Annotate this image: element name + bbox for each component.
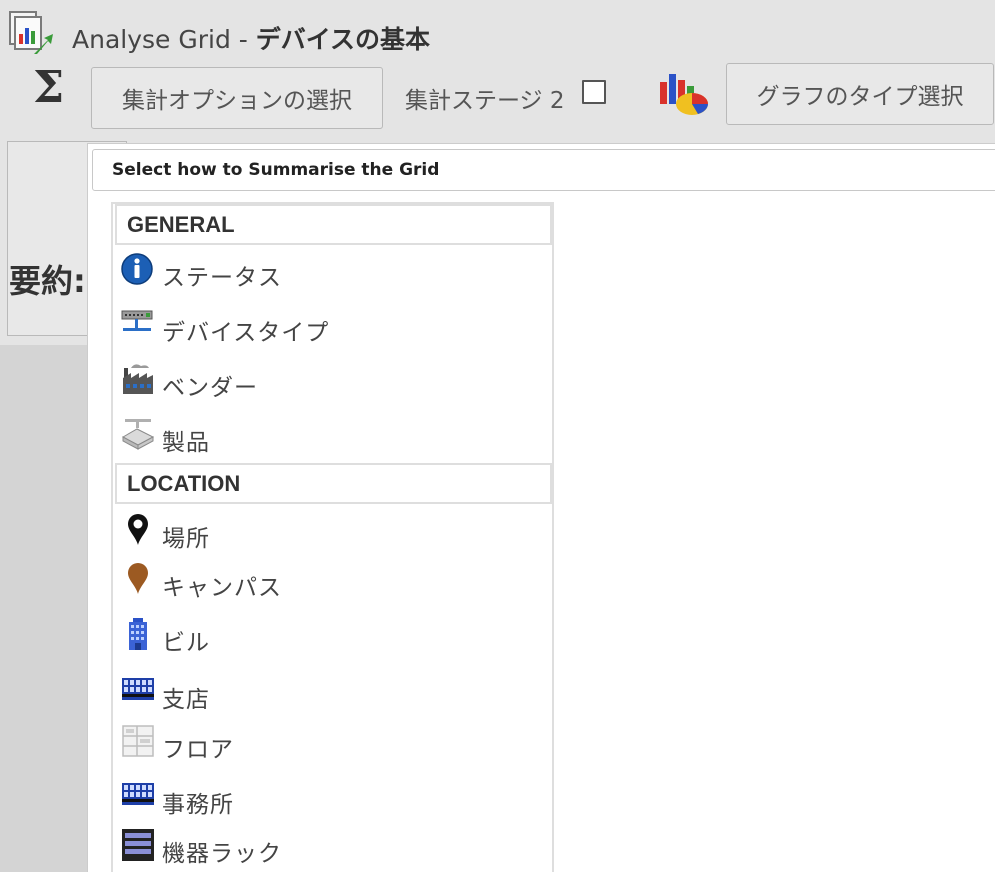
list-item-label: ベンダー	[162, 375, 258, 401]
floor-icon	[121, 724, 155, 758]
rack-icon	[121, 828, 155, 862]
list-item-label: デバイスタイプ	[162, 320, 330, 346]
product-box-icon	[121, 417, 155, 451]
window-title-bold: デバイスの基本	[255, 25, 431, 54]
group-header-general: GENERAL	[115, 204, 552, 245]
list-item-label: 機器ラック	[162, 841, 282, 867]
info-icon	[121, 252, 155, 286]
network-device-icon	[121, 307, 155, 341]
grid-background	[0, 345, 100, 872]
map-pin-icon	[121, 513, 155, 547]
app-window: Analyse Grid - デバイスの基本 Σ 集計オプションの選択 集計ステ…	[0, 0, 995, 872]
list-item-product[interactable]: 製品	[121, 417, 541, 457]
list-item-office[interactable]: 事務所	[121, 779, 541, 819]
list-item-label: ビル	[162, 630, 210, 656]
building-icon	[121, 617, 155, 651]
campus-pin-icon	[121, 562, 155, 596]
list-item-device-type[interactable]: デバイスタイプ	[121, 307, 541, 347]
list-item-status[interactable]: ステータス	[121, 252, 541, 292]
summary-options-button[interactable]: 集計オプションの選択	[91, 67, 383, 129]
list-item-label: 製品	[162, 430, 210, 456]
window-title-prefix: Analyse Grid -	[72, 25, 256, 54]
list-item-label: 事務所	[162, 792, 234, 818]
list-item-equipment-rack[interactable]: 機器ラック	[121, 828, 541, 868]
list-item-label: 場所	[162, 526, 210, 552]
chart-type-icon[interactable]	[658, 66, 710, 118]
group-header-location: LOCATION	[115, 463, 552, 504]
summary-stage-label: 集計ステージ 2	[405, 88, 565, 114]
chart-type-button[interactable]: グラフのタイプ選択	[726, 63, 994, 125]
list-item-vendor[interactable]: ベンダー	[121, 362, 541, 402]
office-icon	[121, 779, 155, 813]
branch-icon	[121, 674, 155, 708]
list-item-building[interactable]: ビル	[121, 617, 541, 657]
summary-stage-checkbox[interactable]	[582, 80, 606, 104]
window-title: Analyse Grid - デバイスの基本	[72, 20, 430, 56]
sigma-icon[interactable]: Σ	[33, 66, 64, 110]
list-item-campus[interactable]: キャンパス	[121, 562, 541, 602]
list-item-label: 支店	[162, 687, 210, 713]
analyse-grid-app-icon	[8, 10, 54, 56]
list-item-branch[interactable]: 支店	[121, 674, 541, 714]
summarise-option-list: GENERAL ステータス デバイスタイプ ベンダー 製品 LOCATION 場…	[111, 202, 554, 872]
list-item-label: キャンパス	[162, 575, 282, 601]
factory-icon	[121, 362, 155, 396]
list-item-label: ステータス	[162, 265, 282, 291]
summarise-dropdown-header[interactable]: Select how to Summarise the Grid	[92, 149, 995, 191]
summary-label: 要約:	[9, 262, 86, 300]
list-item-label: フロア	[162, 737, 234, 763]
list-item-floor[interactable]: フロア	[121, 724, 541, 764]
list-item-location[interactable]: 場所	[121, 513, 541, 553]
